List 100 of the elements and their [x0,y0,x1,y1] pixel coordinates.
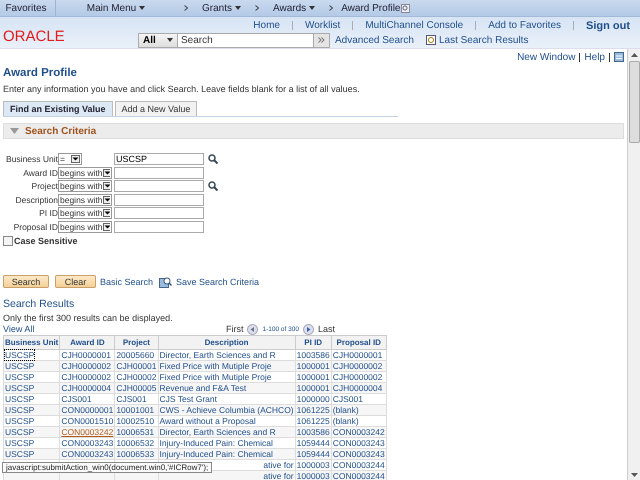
advanced-search-link[interactable]: Advanced Search [335,34,414,46]
dropdown-arrow-icon[interactable] [71,155,80,163]
pi-id-link[interactable]: 1000001 [296,372,330,382]
basic-search-link[interactable]: Basic Search [100,276,154,286]
clear-button[interactable]: Clear [55,275,96,288]
operator-dropdown[interactable]: begins with [58,194,112,206]
criteria-field[interactable]: USCSP [114,153,204,165]
project-link[interactable]: CJH00002 [116,372,156,382]
tab[interactable]: Add a New Value [114,101,198,116]
project-link[interactable]: CJH00005 [116,383,156,393]
field-label: Project [30,181,58,191]
column-header[interactable]: PI ID [295,336,332,350]
checkbox[interactable] [3,236,13,246]
next-icon[interactable] [302,324,314,334]
pi-id-link[interactable]: 1059444 [296,449,330,459]
new-window-link[interactable]: New Window [517,52,576,62]
breadcrumb-menu[interactable]: Grants [196,0,248,16]
operator-dropdown[interactable]: begins with [58,220,112,232]
favorites-menu[interactable]: Favorites [0,0,56,16]
criteria-field[interactable] [114,180,204,192]
proposal-id-link[interactable]: CON0003244 [332,471,385,480]
customize-page-icon[interactable] [614,52,624,62]
breadcrumb-menu[interactable]: Awards [267,0,322,16]
proposal-id-link[interactable]: CON0003244 [332,460,385,470]
search-field[interactable]: Search [178,32,314,48]
pi-id-link[interactable]: 1000001 [296,383,330,393]
main-menu[interactable]: Main Menu [56,0,176,16]
column-header[interactable]: Award ID [60,336,115,350]
scroll-up-icon[interactable] [630,53,638,57]
dropdown-arrow-icon[interactable] [102,168,110,176]
save-criteria-icon[interactable] [159,276,172,288]
operator-dropdown[interactable]: begins with [58,166,112,178]
caret-icon [167,38,173,42]
results-note: Only the first 300 results can be displayed. [3,313,174,323]
pi-id-link[interactable]: 1059444 [296,438,330,448]
dropdown-arrow-icon[interactable] [102,222,110,230]
help-link[interactable]: Help [584,52,605,62]
checkbox-label: Case Sensitive [14,236,78,246]
field-label: Proposal ID [12,222,58,232]
scrollbar[interactable] [627,49,640,480]
scroll-down-icon[interactable] [630,473,638,477]
description-link[interactable]: CWS - Achieve Columbia (ACHCO) [160,405,294,415]
criteria-field[interactable] [114,220,204,232]
pi-id-link[interactable]: 1000003 [296,471,330,480]
proposal-id-link[interactable]: CON0003242 [332,427,385,437]
pi-id-link[interactable]: 1000001 [296,361,330,371]
sign-out-link[interactable]: Sign out [574,20,630,32]
pi-id-link[interactable]: 1000000 [296,394,330,404]
pi-id-link[interactable]: 1003586 [296,427,330,437]
chevron-icon [184,5,188,11]
header-link[interactable]: Home [241,20,292,31]
proposal-id-link[interactable]: CON0003243 [332,449,385,459]
view-all-link[interactable]: View All [3,324,34,334]
collapse-arrow-icon [10,128,19,134]
caret-icon [309,6,316,10]
oracle-logo: ORACLE [3,28,66,44]
operator-dropdown[interactable]: begins with [58,180,112,192]
award-id-link[interactable]: CON0003243 [61,438,114,448]
search-go-button[interactable] [314,32,330,48]
operator-dropdown[interactable]: begins with [58,207,112,219]
column-header[interactable]: Business Unit [4,336,60,350]
tab[interactable]: Find an Existing Value [3,101,113,116]
search-icon[interactable] [208,154,218,164]
previous-icon[interactable] [247,324,258,334]
column-header[interactable]: Proposal ID [331,336,386,350]
pi-id-link[interactable]: 1061225 [296,405,330,415]
last-search-results-link[interactable]: Last Search Results [438,34,528,46]
award-id-link[interactable]: CON0003243 [61,449,114,459]
pi-id-link[interactable]: 1003586 [296,350,330,360]
pi-id-link[interactable]: 1061225 [296,416,330,426]
pi-id-link[interactable]: 1000003 [296,460,330,470]
section-title: Search Results [3,298,76,310]
criteria-field[interactable] [114,207,204,219]
award-id-link[interactable]: CON0000001 [61,405,114,415]
search-icon[interactable] [208,181,218,191]
proposal-id-link[interactable]: CON0003243 [332,438,385,448]
award-id-link[interactable]: CON0003242 [61,427,114,437]
save-search-criteria-link[interactable]: Save Search Criteria [176,276,260,286]
project-link[interactable]: CJH00001 [116,361,156,371]
status-tooltip: javascript:submitAction_win0(document.win0,'#ICRow7'); [2,462,212,473]
last-link[interactable]: Last [318,324,335,334]
header-link[interactable]: Add to Favorites [476,20,573,31]
award-id-link[interactable]: CON0001510 [61,416,114,426]
search-criteria-header[interactable]: Search Criteria [3,123,624,139]
scrollbar-thumb[interactable] [628,61,640,143]
dropdown-arrow-icon[interactable] [102,196,110,204]
search-button[interactable]: Search [3,275,49,288]
header-link[interactable]: MultiChannel Console [353,20,476,31]
caret-icon [235,6,242,10]
criteria-field[interactable] [114,166,204,178]
dropdown-arrow-icon[interactable] [102,182,110,190]
operator-dropdown[interactable]: = [58,153,82,165]
search-scope-dropdown[interactable]: All [138,32,178,48]
header-link[interactable]: Worklist [292,20,352,31]
column-header[interactable]: Description [158,336,296,350]
dropdown-arrow-icon[interactable] [102,209,110,217]
column-header[interactable]: Project [114,336,158,350]
breadcrumb-current: Award Profile [341,2,400,14]
criteria-field[interactable] [114,194,204,206]
chevron-icon [255,5,260,11]
